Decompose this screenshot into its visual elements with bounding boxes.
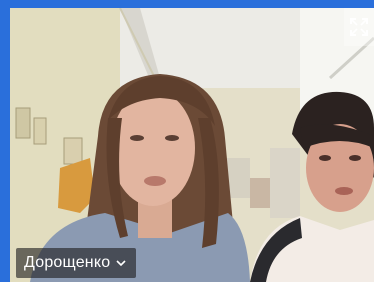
participant-name-tag[interactable]: Дорощенко — [16, 248, 137, 278]
fullscreen-button[interactable] — [344, 8, 374, 46]
video-tile[interactable]: Дорощенко — [10, 8, 374, 282]
fullscreen-expand-icon — [350, 18, 368, 36]
chevron-down-icon[interactable] — [116, 258, 126, 268]
participant-name: Дорощенко — [24, 254, 111, 271]
camera-feed — [10, 8, 374, 282]
